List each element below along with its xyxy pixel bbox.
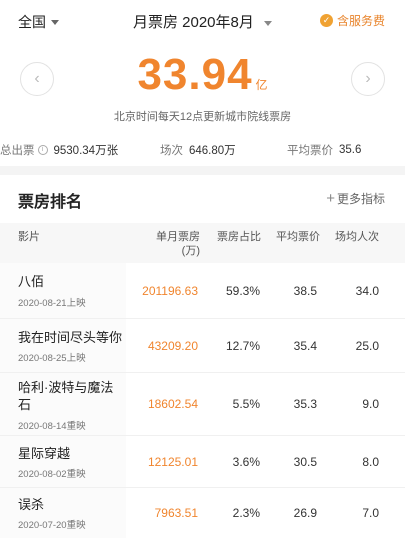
- film-title: 哈利·波特与魔法石: [18, 380, 114, 412]
- total-gross-unit: 亿: [255, 78, 268, 92]
- film-title: 八佰: [18, 274, 45, 289]
- total-gross-value: 33.94: [137, 50, 253, 99]
- chevron-right-icon: ›: [365, 70, 371, 87]
- more-metrics-label: 更多指标: [336, 192, 385, 206]
- film-title: 我在时间尽头等你: [18, 330, 123, 345]
- admissions-label: 总出票: [0, 145, 35, 157]
- stats-bar: 总出票 i 9530.34万张 场次 646.80万 平均票价 35.6: [0, 137, 405, 163]
- shows-value: 646.80万: [189, 145, 236, 157]
- shows-label: 场次: [160, 145, 183, 157]
- avg-price-value: 26.9: [293, 506, 317, 520]
- film-release-date: 2020-08-02重映: [18, 469, 86, 480]
- plus-icon: +: [326, 190, 335, 207]
- update-note: 北京时间每天12点更新城市院线票房: [113, 111, 292, 123]
- gross-value: 18602.54: [147, 397, 198, 411]
- per-show-value: 9.0: [362, 397, 379, 411]
- column-share[interactable]: 票房占比: [205, 230, 261, 244]
- shows-stat: 场次 646.80万: [160, 142, 236, 158]
- film-title: 误杀: [18, 497, 45, 512]
- table-row[interactable]: 八佰 2020-08-21上映 201196.63 59.3% 38.5 34.…: [0, 263, 405, 319]
- film-release-date: 2020-07-20重映: [18, 520, 86, 531]
- film-cell: [0, 263, 126, 318]
- check-circle-icon: ✓: [319, 14, 333, 27]
- total-gross: 33.94 亿: [0, 50, 405, 100]
- avg-price-label: 平均票价: [287, 145, 333, 157]
- share-value: 2.3%: [232, 506, 260, 520]
- avg-price-value: 38.5: [293, 284, 317, 298]
- service-fee-toggle[interactable]: ✓ 含服务费: [319, 12, 385, 29]
- share-value: 3.6%: [232, 455, 260, 469]
- film-release-date: 2020-08-21上映: [18, 298, 86, 309]
- column-per-show[interactable]: 场均人次: [323, 230, 379, 244]
- column-gross[interactable]: 单月票房 (万): [140, 230, 200, 258]
- share-value: 12.7%: [225, 339, 260, 353]
- per-show-value: 8.0: [362, 455, 379, 469]
- avg-price-value: 35.6: [339, 144, 362, 156]
- avg-price-stat: 平均票价 35.6: [287, 142, 361, 158]
- next-month-button[interactable]: ›: [351, 62, 385, 96]
- info-icon[interactable]: i: [37, 145, 48, 155]
- more-metrics-button[interactable]: + 更多指标: [326, 190, 385, 207]
- column-avg-price[interactable]: 平均票价: [265, 230, 320, 244]
- gross-value: 7963.51: [154, 506, 198, 520]
- per-show-value: 34.0: [355, 284, 379, 298]
- avg-price-value: 30.5: [293, 455, 317, 469]
- gross-value: 12125.01: [147, 455, 198, 469]
- per-show-value: 7.0: [362, 506, 379, 520]
- section-divider: [0, 166, 405, 175]
- ranking-table: 影片 单月票房 (万) 票房占比 平均票价 场均人次 八佰 2020-08-21…: [0, 223, 405, 538]
- film-title: 星际穿越: [18, 446, 71, 461]
- chevron-down-icon: [264, 20, 273, 26]
- admissions-stat: 总出票 i 9530.34万张: [0, 142, 118, 158]
- table-row[interactable]: 我在时间尽头等你 2020-08-25上映 43209.20 12.7% 35.…: [0, 319, 405, 373]
- avg-price-value: 35.4: [293, 339, 317, 353]
- share-value: 5.5%: [232, 397, 260, 411]
- admissions-value: 9530.34万张: [53, 145, 119, 157]
- top-bar: 全国 月票房 2020年8月 ✓ 含服务费: [0, 0, 405, 40]
- ranking-header: 票房排名 + 更多指标: [0, 180, 405, 216]
- film-release-date: 2020-08-14重映: [18, 421, 86, 432]
- table-row[interactable]: 误杀 2020-07-20重映 7963.51 2.3% 26.9 7.0: [0, 488, 405, 538]
- gross-value: 43209.20: [147, 339, 198, 353]
- share-value: 59.3%: [225, 284, 260, 298]
- period-label: 月票房 2020年8月: [132, 14, 254, 31]
- table-row[interactable]: 星际穿越 2020-08-02重映 12125.01 3.6% 30.5 8.0: [0, 436, 405, 488]
- service-fee-label: 含服务费: [336, 14, 385, 28]
- per-show-value: 25.0: [355, 339, 379, 353]
- column-film[interactable]: 影片: [18, 230, 40, 244]
- box-office-summary: ‹ 33.94 亿 › 北京时间每天12点更新城市院线票房: [0, 48, 405, 128]
- ranking-title: 票房排名: [18, 194, 83, 211]
- table-header: 影片 单月票房 (万) 票房占比 平均票价 场均人次: [0, 223, 405, 263]
- film-release-date: 2020-08-25上映: [18, 353, 86, 364]
- avg-price-value: 35.3: [293, 397, 317, 411]
- table-row[interactable]: 哈利·波特与魔法石 2020-08-14重映 18602.54 5.5% 35.…: [0, 373, 405, 436]
- gross-value: 201196.63: [142, 284, 198, 298]
